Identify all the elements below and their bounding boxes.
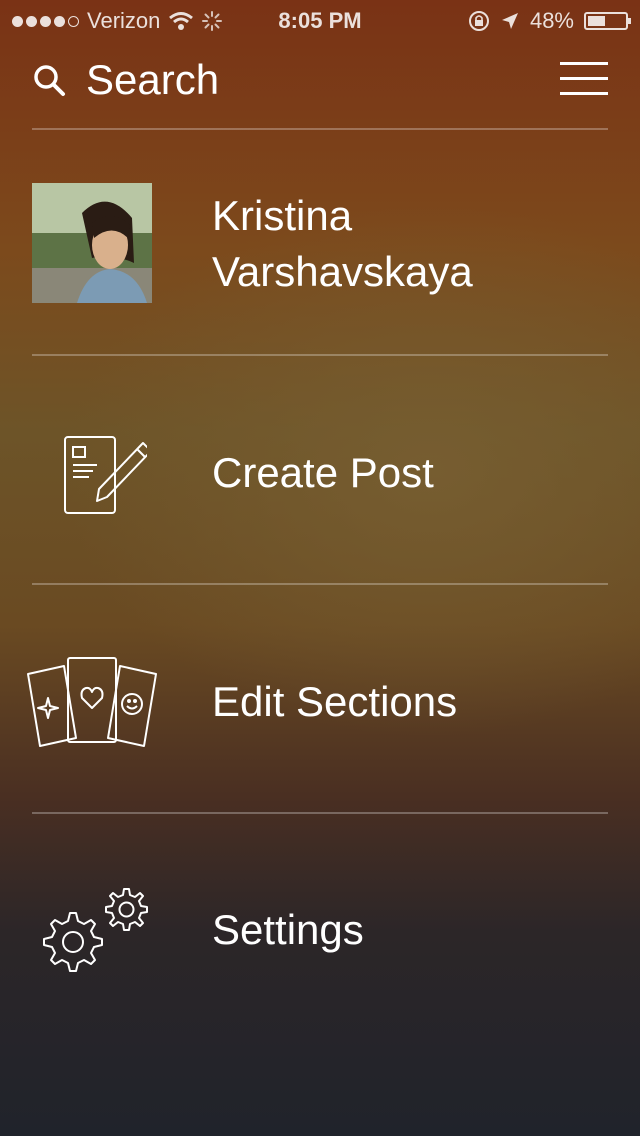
profile-last-name: Varshavskaya: [212, 248, 473, 295]
menu-item-label: Create Post: [212, 449, 434, 496]
profile-row[interactable]: Kristina Varshavskaya: [0, 188, 640, 308]
search-label: Search: [86, 56, 220, 103]
menu-item-edit-sections[interactable]: Edit Sections: [0, 642, 640, 762]
gears-icon: [24, 870, 160, 990]
search-icon: [34, 65, 65, 96]
header: Search: [32, 52, 608, 110]
divider: [32, 812, 608, 814]
divider: [32, 128, 608, 130]
status-right: 48%: [468, 8, 631, 34]
profile-first-name: Kristina: [212, 192, 353, 239]
location-arrow-icon: [501, 13, 518, 29]
divider: [32, 583, 608, 585]
cards-icon: [24, 642, 160, 762]
divider: [32, 354, 608, 356]
battery-percent: 48%: [529, 8, 574, 33]
compose-icon: [24, 412, 160, 532]
search-button[interactable]: Search: [32, 56, 219, 104]
rotation-lock-icon: [468, 11, 489, 31]
status-bar: Verizon 8:05 PM 48%: [0, 0, 640, 40]
battery-icon: [584, 12, 631, 30]
menu-item-label: Edit Sections: [212, 678, 458, 725]
menu-item-create-post[interactable]: Create Post: [0, 412, 640, 532]
menu-item-settings[interactable]: Settings: [0, 870, 640, 990]
hamburger-menu-icon[interactable]: [560, 62, 608, 96]
menu-item-label: Settings: [212, 906, 364, 953]
